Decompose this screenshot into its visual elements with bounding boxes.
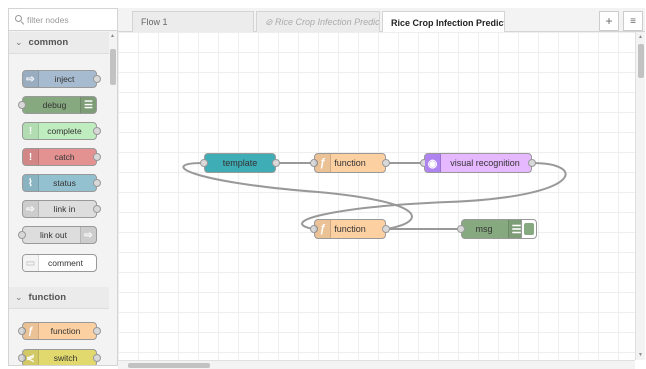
output-port[interactable] bbox=[93, 153, 101, 161]
flow-node-function[interactable]: ƒ function bbox=[310, 153, 390, 173]
scroll-up-icon[interactable]: ▲ bbox=[110, 33, 115, 39]
scroll-thumb[interactable] bbox=[638, 44, 644, 78]
node-label: link out bbox=[40, 230, 67, 240]
palette-node-link-in[interactable]: ⇨ link in bbox=[22, 200, 101, 218]
filter-nodes-input[interactable]: filter nodes bbox=[9, 9, 117, 31]
palette-node-switch[interactable]: ⋞ switch bbox=[18, 349, 101, 365]
flow-list-button[interactable]: ≡ bbox=[623, 11, 643, 31]
tab-label: Flow 1 bbox=[141, 17, 168, 27]
palette-node-link-out[interactable]: link out ⇨ bbox=[18, 226, 97, 244]
palette-scrollbar[interactable]: ▲ bbox=[109, 31, 117, 365]
list-icon: ☰ bbox=[80, 97, 96, 113]
tab-label: Rice Crop Infection Predicti bbox=[391, 17, 505, 28]
output-port[interactable] bbox=[93, 179, 101, 187]
debug-toggle-button[interactable] bbox=[521, 219, 537, 239]
category-label: function bbox=[28, 292, 67, 303]
node-label: inject bbox=[54, 74, 75, 84]
flow-node-debug-msg[interactable]: msg ☰ bbox=[457, 219, 525, 239]
input-port[interactable] bbox=[18, 101, 26, 109]
search-icon bbox=[15, 15, 24, 24]
workspace-tabs: Flow 1 ⊘ Rice Crop Infection Predicti Ri… bbox=[118, 8, 645, 33]
flow-node-function[interactable]: ƒ function bbox=[310, 219, 390, 239]
tab-flow-1[interactable]: Flow 1 bbox=[132, 11, 254, 32]
output-port[interactable] bbox=[272, 159, 280, 167]
plus-icon: + bbox=[605, 14, 613, 28]
node-label: complete bbox=[47, 126, 82, 136]
output-port[interactable] bbox=[528, 159, 536, 167]
tab-rice-crop-infection[interactable]: Rice Crop Infection Predicti bbox=[382, 11, 505, 33]
node-label: function bbox=[50, 326, 81, 336]
list-icon: ≡ bbox=[630, 15, 636, 27]
category-common-header[interactable]: ⌄ common bbox=[9, 32, 111, 54]
tab-disabled-flow[interactable]: ⊘ Rice Crop Infection Predicti bbox=[256, 11, 380, 32]
tab-label: ⊘ Rice Crop Infection Predicti bbox=[265, 16, 380, 27]
node-label: status bbox=[53, 178, 76, 188]
palette-node-function[interactable]: ƒ function bbox=[18, 322, 101, 340]
palette-node-complete[interactable]: ! complete bbox=[22, 122, 101, 140]
pulse-icon: ⌇ bbox=[23, 175, 39, 191]
node-label: visual recognition bbox=[450, 158, 520, 168]
canvas-horizontal-scrollbar[interactable] bbox=[118, 360, 635, 369]
palette-node-debug[interactable]: debug ☰ bbox=[18, 96, 97, 114]
canvas-vertical-scrollbar[interactable]: ▲ ▼ bbox=[635, 32, 645, 360]
node-palette: filter nodes ⌄ common ⇨ inject debug ☰ !… bbox=[8, 8, 118, 366]
category-label: common bbox=[28, 37, 69, 48]
node-label: catch bbox=[54, 152, 75, 162]
flow-node-visual-recognition[interactable]: ◉ visual recognition bbox=[420, 153, 536, 173]
link-arrow-icon: ⇨ bbox=[23, 201, 39, 217]
node-label: debug bbox=[42, 100, 67, 110]
node-label: comment bbox=[48, 258, 83, 268]
link-arrow-icon: ⇨ bbox=[80, 227, 96, 243]
node-label: template bbox=[222, 158, 258, 168]
palette-node-catch[interactable]: ! catch bbox=[22, 148, 101, 166]
category-function-header[interactable]: ⌄ function bbox=[9, 287, 111, 309]
output-port[interactable] bbox=[382, 159, 390, 167]
flow-node-template[interactable]: template bbox=[200, 153, 280, 173]
scroll-thumb[interactable] bbox=[128, 363, 210, 368]
scroll-down-icon[interactable]: ▼ bbox=[638, 352, 643, 358]
output-port[interactable] bbox=[93, 354, 101, 362]
palette-node-comment[interactable]: ▭ comment bbox=[22, 254, 97, 272]
output-port[interactable] bbox=[382, 225, 390, 233]
scroll-up-icon[interactable]: ▲ bbox=[638, 34, 643, 40]
node-label: function bbox=[334, 158, 366, 168]
chevron-down-icon: ⌄ bbox=[15, 292, 23, 302]
add-flow-button[interactable]: + bbox=[599, 11, 619, 31]
palette-node-inject[interactable]: ⇨ inject bbox=[22, 70, 101, 88]
output-port[interactable] bbox=[93, 327, 101, 335]
wires-layer bbox=[182, 162, 567, 230]
node-label: function bbox=[334, 224, 366, 234]
flow-canvas[interactable]: template ƒ function ◉ visual recognition… bbox=[118, 32, 635, 360]
function-icon: ƒ bbox=[23, 323, 39, 339]
chevron-down-icon: ⌄ bbox=[15, 37, 23, 47]
output-port[interactable] bbox=[93, 75, 101, 83]
comment-icon: ▭ bbox=[23, 255, 39, 271]
node-label: switch bbox=[53, 353, 78, 363]
scroll-thumb[interactable] bbox=[110, 49, 116, 85]
switch-icon: ⋞ bbox=[23, 350, 39, 365]
exclamation-icon: ! bbox=[23, 123, 39, 139]
toggle-indicator bbox=[524, 223, 534, 235]
output-port[interactable] bbox=[93, 205, 101, 213]
node-label: link in bbox=[53, 204, 76, 214]
filter-placeholder: filter nodes bbox=[27, 14, 69, 25]
input-port[interactable] bbox=[18, 231, 26, 239]
output-port[interactable] bbox=[93, 127, 101, 135]
exclamation-icon: ! bbox=[23, 149, 39, 165]
arrow-right-icon: ⇨ bbox=[23, 71, 39, 87]
palette-node-status[interactable]: ⌇ status bbox=[22, 174, 101, 192]
